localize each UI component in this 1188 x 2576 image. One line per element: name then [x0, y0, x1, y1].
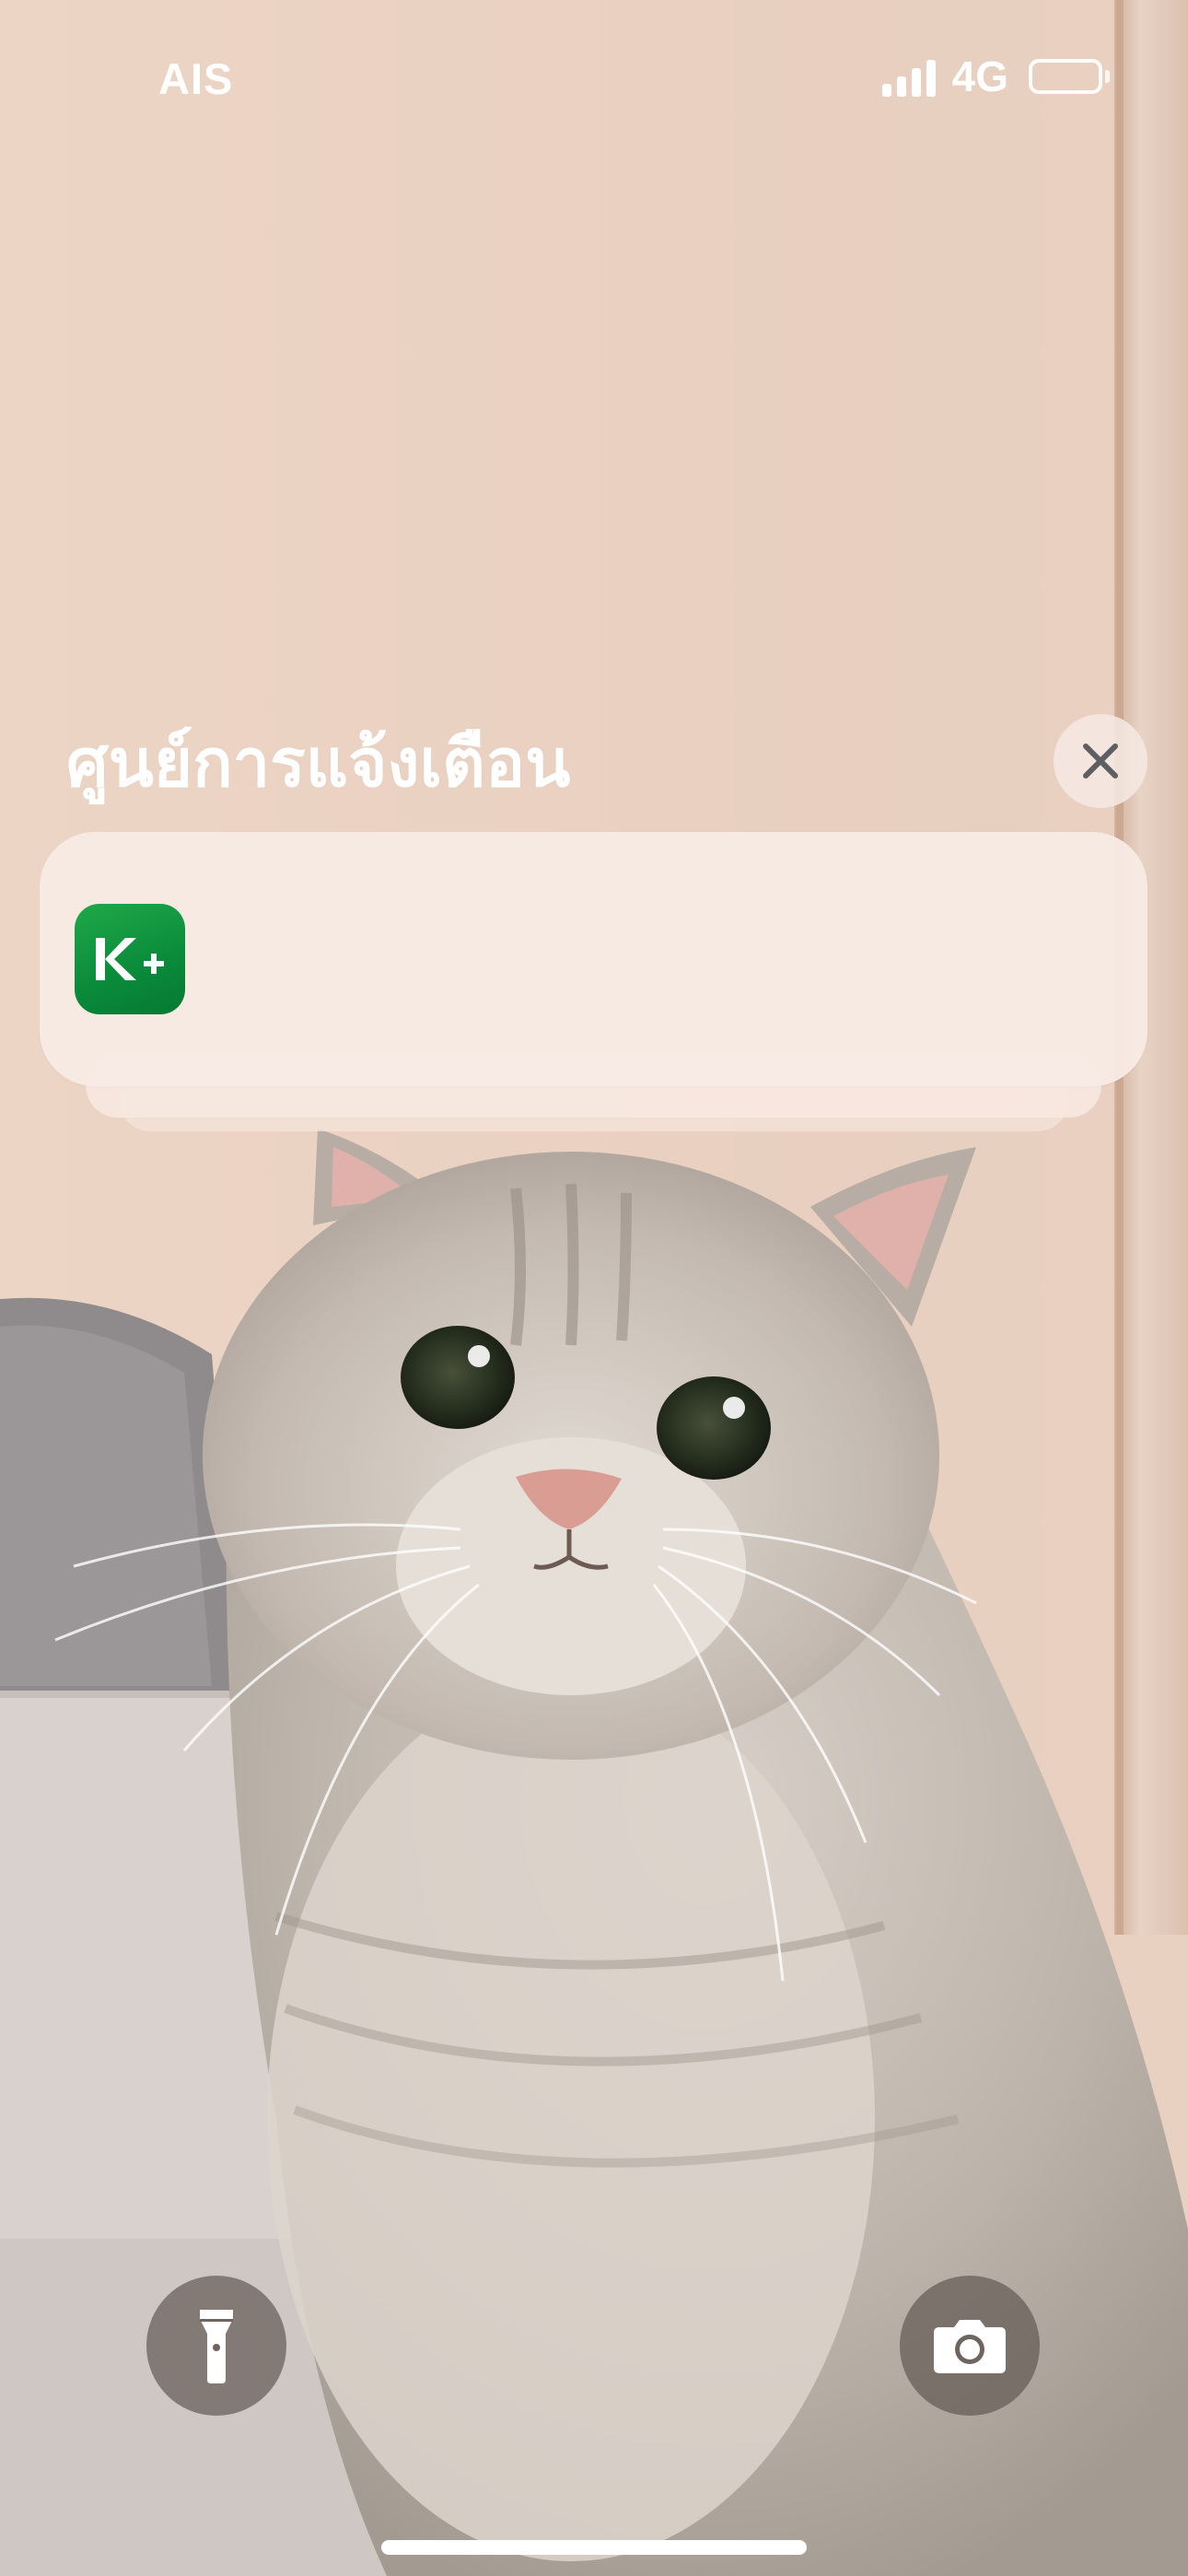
carrier-label: AIS: [158, 54, 234, 103]
kplus-logo: [96, 938, 164, 980]
status-indicators: 4G: [881, 52, 1110, 101]
cellular-signal-icon: [881, 56, 936, 97]
lock-screen: AIS 4G ศูนย์การแจ้งเตือน: [0, 0, 1188, 2576]
flashlight-button[interactable]: [146, 2276, 286, 2416]
notification-center-title: ศูนย์การแจ้งเตือน: [66, 724, 571, 802]
status-bar: AIS 4G: [0, 0, 1188, 161]
clear-notifications-button[interactable]: [1054, 714, 1147, 808]
network-type-label: 4G: [951, 53, 1008, 100]
camera-button[interactable]: [900, 2276, 1040, 2416]
battery-icon: [1029, 59, 1110, 94]
kplus-app-icon: [75, 904, 185, 1014]
flashlight-icon: [200, 2310, 233, 2383]
camera-icon: [934, 2320, 1006, 2373]
notification-card[interactable]: [40, 832, 1147, 1086]
home-indicator[interactable]: [381, 2540, 807, 2555]
notification-stack[interactable]: [40, 832, 1147, 1136]
close-icon: [1083, 744, 1118, 779]
wallpaper-image: [0, 0, 1188, 2576]
